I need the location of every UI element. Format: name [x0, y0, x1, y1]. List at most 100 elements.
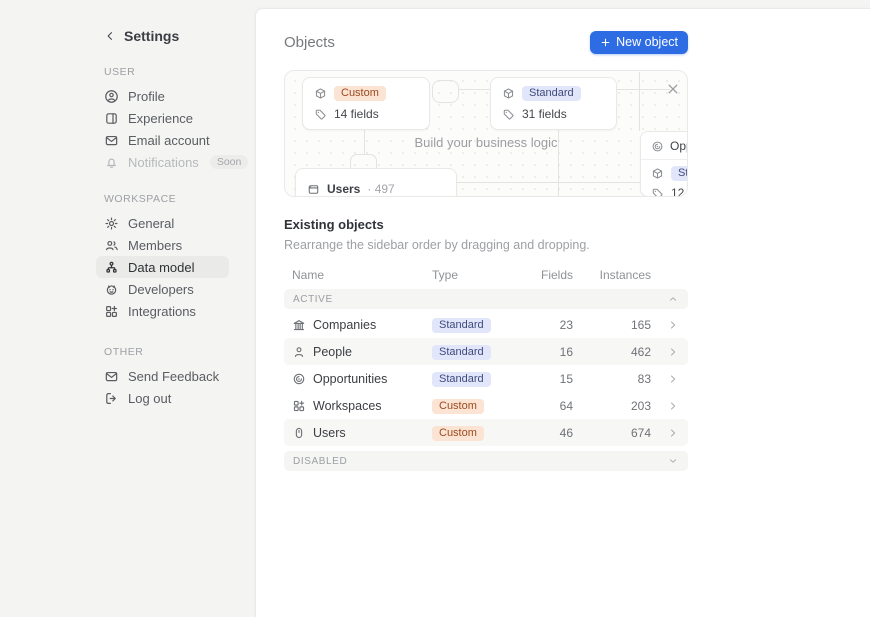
sidebar-item-profile[interactable]: Profile — [96, 85, 229, 107]
type-badge: Standard — [432, 318, 491, 333]
new-object-label: New object — [616, 35, 678, 49]
section-label-other: OTHER — [104, 346, 229, 358]
chevron-right-icon[interactable] — [667, 346, 679, 358]
sidebar-item-label: Email account — [128, 133, 210, 148]
new-object-button[interactable]: New object — [590, 31, 688, 54]
type-badge: Standard — [671, 166, 688, 181]
tag-icon — [502, 108, 515, 121]
mail-icon — [104, 369, 119, 384]
sidebar-item-label: Notifications — [128, 155, 199, 170]
tag-icon — [314, 108, 327, 121]
group-active[interactable]: ACTIVE — [284, 289, 688, 309]
object-name: Companies — [313, 318, 376, 332]
existing-objects-subtitle: Rearrange the sidebar order by dragging … — [284, 238, 688, 252]
sidebar-item-data-model[interactable]: Data model — [96, 256, 229, 278]
sidebar-item-send-feedback[interactable]: Send Feedback — [96, 365, 229, 387]
section-label-workspace: WORKSPACE — [104, 193, 229, 205]
cube-icon — [651, 167, 664, 180]
back-to-app[interactable]: Settings — [104, 28, 229, 44]
objects-table: Name Type Fields Instances ACTIVE Compan… — [284, 264, 688, 471]
diagram-hint: Build your business logic — [285, 135, 687, 150]
sidebar-item-label: Developers — [128, 282, 194, 297]
sidebar-item-experience[interactable]: Experience — [96, 107, 229, 129]
group-label: ACTIVE — [293, 294, 333, 305]
sidebar-item-log-out[interactable]: Log out — [96, 387, 229, 409]
section-label-user: USER — [104, 66, 229, 78]
sidebar-item-general[interactable]: General — [96, 212, 229, 234]
connector-line — [558, 119, 559, 197]
connector-line — [617, 89, 670, 90]
soon-badge: Soon — [210, 155, 249, 169]
logout-icon — [104, 391, 119, 406]
chevron-right-icon[interactable] — [667, 400, 679, 412]
instances-value: 462 — [573, 345, 651, 359]
profile-icon — [104, 89, 119, 104]
sidebar-item-label: Profile — [128, 89, 165, 104]
group-label: DISABLED — [293, 456, 347, 467]
type-badge: Standard — [522, 86, 581, 101]
table-row-workspaces[interactable]: Workspaces Custom 64 203 — [284, 392, 688, 419]
type-badge: Standard — [432, 345, 491, 360]
members-icon — [104, 238, 119, 253]
chevron-right-icon[interactable] — [667, 427, 679, 439]
sidebar-item-email-account[interactable]: Email account — [96, 129, 229, 151]
chevron-right-icon[interactable] — [667, 373, 679, 385]
sidebar-item-label: Send Feedback — [128, 369, 219, 384]
type-badge: Custom — [432, 426, 484, 441]
diagram-card-users[interactable]: Users · 497 — [295, 168, 457, 197]
table-row-people[interactable]: People Standard 16 462 — [284, 338, 688, 365]
table-row-companies[interactable]: Companies Standard 23 165 — [284, 311, 688, 338]
object-name: Opportunities — [313, 372, 387, 386]
table-header: Name Type Fields Instances — [284, 264, 688, 286]
sidebar-item-label: Members — [128, 238, 182, 253]
data-model-icon — [104, 260, 119, 275]
chevron-up-icon — [667, 293, 679, 305]
cube-icon — [502, 87, 515, 100]
table-row-users[interactable]: Users Custom 46 674 — [284, 419, 688, 446]
diagram-card-standard[interactable]: Standard 31 fields — [490, 77, 617, 130]
close-icon[interactable] — [665, 81, 681, 97]
bell-icon — [104, 155, 119, 170]
fields-value: 23 — [537, 318, 573, 332]
object-name: Workspaces — [313, 399, 382, 413]
tag-icon — [651, 187, 664, 198]
main-panel: Objects New object Build your business l… — [255, 8, 870, 617]
sidebar-item-label: Data model — [128, 260, 194, 275]
connector-line — [639, 72, 640, 131]
fields-value: 16 — [537, 345, 573, 359]
plus-icon — [600, 37, 611, 48]
grid-plus-icon — [292, 399, 306, 413]
type-badge: Custom — [432, 399, 484, 414]
type-badge: Standard — [432, 372, 491, 387]
sidebar-item-integrations[interactable]: Integrations — [96, 300, 229, 322]
sidebar-item-developers[interactable]: Developers — [96, 278, 229, 300]
diagram-card-opportunities[interactable]: Opportunities Standard 12 fields — [640, 131, 688, 197]
window-icon — [307, 183, 320, 196]
diagram-card-custom[interactable]: Custom 14 fields — [302, 77, 430, 130]
col-type: Type — [432, 268, 537, 282]
target-icon — [651, 140, 664, 153]
experience-icon — [104, 111, 119, 126]
fields-count: 14 fields — [334, 107, 379, 121]
group-disabled[interactable]: DISABLED — [284, 451, 688, 471]
developers-icon — [104, 282, 119, 297]
settings-sidebar: Settings USER Profile Experience Email a… — [0, 0, 255, 617]
fields-value: 64 — [537, 399, 573, 413]
object-name: Users — [327, 182, 360, 196]
chevron-right-icon[interactable] — [667, 319, 679, 331]
fields-value: 46 — [537, 426, 573, 440]
sidebar-item-label: Log out — [128, 391, 171, 406]
instances-value: 165 — [573, 318, 651, 332]
sidebar-item-label: Experience — [128, 111, 193, 126]
table-row-opportunities[interactable]: Opportunities Standard 15 83 — [284, 365, 688, 392]
mail-icon — [104, 133, 119, 148]
building-icon — [292, 318, 306, 332]
fields-count: 12 fields — [671, 186, 688, 197]
existing-objects-title: Existing objects — [284, 217, 688, 232]
sidebar-item-label: Integrations — [128, 304, 196, 319]
object-name: Opportunities — [670, 139, 688, 153]
sidebar-item-members[interactable]: Members — [96, 234, 229, 256]
object-name: Users — [313, 426, 346, 440]
data-model-diagram: Build your business logic Custom 14 fiel… — [284, 70, 688, 197]
object-name: People — [313, 345, 352, 359]
